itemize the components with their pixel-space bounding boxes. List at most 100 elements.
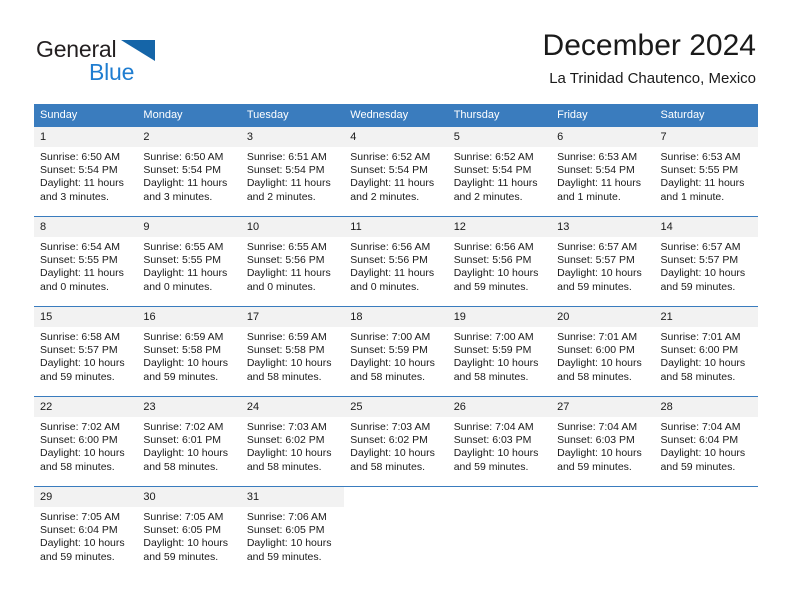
calendar-day-cell[interactable]: 28 Sunrise: 7:04 AM Sunset: 6:04 PM Dayligh… — [654, 396, 758, 487]
calendar-day-cell[interactable]: 30 Sunrise: 7:05 AM Sunset: 6:05 PM Dayligh… — [137, 486, 241, 576]
weekday-header-monday: Monday — [137, 104, 241, 127]
calendar-day-cell[interactable]: 25 Sunrise: 7:03 AM Sunset: 6:02 PM Dayligh… — [344, 396, 448, 487]
calendar-day-cell[interactable]: 22 Sunrise: 7:02 AM Sunset: 6:00 PM Dayligh… — [34, 396, 138, 487]
calendar-day-cell[interactable]: 2 Sunrise: 6:50 AM Sunset: 5:54 PM Daylight… — [137, 126, 241, 217]
daylight-text: and 1 minute. — [660, 190, 725, 203]
calendar-day-cell[interactable]: 6 Sunrise: 6:53 AM Sunset: 5:54 PM Daylight… — [551, 126, 655, 217]
calendar-day-cell-empty — [344, 486, 448, 576]
calendar-day-cell[interactable]: 11 Sunrise: 6:56 AM Sunset: 5:56 PM Dayligh… — [344, 216, 448, 307]
day-number: 31 — [240, 487, 345, 507]
sunrise-text: Sunrise: 6:54 AM — [40, 241, 120, 253]
daylight-text: and 0 minutes. — [246, 280, 316, 293]
day-details — [655, 507, 758, 511]
calendar-day-cell[interactable]: 21 Sunrise: 7:01 AM Sunset: 6:00 PM Dayligh… — [654, 306, 758, 397]
calendar-page: General Blue December 2024 La Trinidad C… — [0, 0, 792, 612]
day-details — [344, 507, 447, 511]
sunrise-text: Sunrise: 7:03 AM — [350, 421, 431, 433]
day-details: Sunrise: 6:50 AM Sunset: 5:54 PM Daylight:… — [34, 147, 137, 204]
day-number: 15 — [34, 307, 138, 327]
calendar-day-cell[interactable]: 19 Sunrise: 7:00 AM Sunset: 5:59 PM Dayligh… — [447, 306, 552, 397]
sunrise-text: Sunrise: 7:01 AM — [660, 331, 741, 343]
daylight-text: and 58 minutes. — [660, 370, 736, 383]
sunrise-text: Sunrise: 7:03 AM — [246, 421, 327, 433]
daylight-text: and 58 minutes. — [453, 370, 529, 383]
daylight-text: Daylight: 10 hours — [40, 537, 125, 550]
daylight-text: and 58 minutes. — [246, 370, 322, 383]
sunrise-text: Sunrise: 7:04 AM — [453, 421, 534, 433]
calendar-day-cell[interactable]: 8 Sunrise: 6:54 AM Sunset: 5:55 PM Daylight… — [34, 216, 138, 307]
daylight-text: Daylight: 11 hours — [557, 177, 641, 190]
day-details: Sunrise: 7:03 AM Sunset: 6:02 PM Daylight:… — [241, 417, 344, 474]
day-details — [448, 507, 551, 511]
calendar-day-cell[interactable]: 20 Sunrise: 7:01 AM Sunset: 6:00 PM Dayligh… — [551, 306, 655, 397]
calendar-day-cell[interactable]: 14 Sunrise: 6:57 AM Sunset: 5:57 PM Dayligh… — [654, 216, 758, 307]
calendar-day-cell[interactable]: 7 Sunrise: 6:53 AM Sunset: 5:55 PM Daylight… — [654, 126, 758, 217]
daylight-text: and 58 minutes. — [557, 370, 632, 383]
day-number: 2 — [137, 127, 241, 147]
daylight-text: Daylight: 10 hours — [246, 537, 332, 550]
calendar-day-cell[interactable]: 13 Sunrise: 6:57 AM Sunset: 5:57 PM Dayligh… — [551, 216, 655, 307]
day-number: 9 — [137, 217, 241, 237]
day-number — [344, 487, 447, 507]
sunrise-text: Sunrise: 7:00 AM — [350, 331, 431, 343]
sunset-text: Sunset: 5:54 PM — [143, 164, 222, 177]
sunset-text: Sunset: 5:56 PM — [350, 254, 428, 267]
daylight-text: Daylight: 10 hours — [557, 447, 642, 460]
calendar-day-cell[interactable]: 16 Sunrise: 6:59 AM Sunset: 5:58 PM Dayligh… — [137, 306, 241, 397]
daylight-text: Daylight: 11 hours — [350, 177, 435, 190]
calendar-day-cell[interactable]: 23 Sunrise: 7:02 AM Sunset: 6:01 PM Dayligh… — [137, 396, 241, 487]
sunset-text: Sunset: 5:54 PM — [557, 164, 635, 177]
calendar-day-cell-empty — [654, 486, 758, 576]
weekday-header-tuesday: Tuesday — [240, 104, 345, 127]
sunset-text: Sunset: 6:02 PM — [246, 434, 325, 447]
calendar-day-cell[interactable]: 9 Sunrise: 6:55 AM Sunset: 5:55 PM Daylight… — [137, 216, 241, 307]
page-header: General Blue December 2024 La Trinidad C… — [0, 0, 792, 104]
day-details: Sunrise: 6:58 AM Sunset: 5:57 PM Daylight:… — [34, 327, 137, 384]
sunset-text: Sunset: 5:55 PM — [660, 164, 739, 177]
sunrise-text: Sunrise: 7:05 AM — [40, 511, 120, 523]
sunset-text: Sunset: 6:00 PM — [40, 434, 118, 447]
calendar-day-cell[interactable]: 10 Sunrise: 6:55 AM Sunset: 5:56 PM Dayligh… — [240, 216, 345, 307]
calendar-week-row: 8 Sunrise: 6:54 AM Sunset: 5:55 PM Daylight… — [34, 216, 758, 307]
calendar-day-cell[interactable]: 5 Sunrise: 6:52 AM Sunset: 5:54 PM Daylight… — [447, 126, 552, 217]
day-details: Sunrise: 7:02 AM Sunset: 6:00 PM Daylight:… — [34, 417, 137, 474]
daylight-text: and 58 minutes. — [350, 370, 425, 383]
daylight-text: Daylight: 11 hours — [246, 267, 331, 280]
calendar-day-cell[interactable]: 27 Sunrise: 7:04 AM Sunset: 6:03 PM Dayligh… — [551, 396, 655, 487]
calendar-day-cell-empty — [551, 486, 655, 576]
sunrise-text: Sunrise: 6:57 AM — [557, 241, 638, 253]
calendar-day-cell[interactable]: 3 Sunrise: 6:51 AM Sunset: 5:54 PM Daylight… — [240, 126, 345, 217]
calendar-day-cell[interactable]: 24 Sunrise: 7:03 AM Sunset: 6:02 PM Dayligh… — [240, 396, 345, 487]
calendar-day-cell[interactable]: 1 Sunrise: 6:50 AM Sunset: 5:54 PM Daylight… — [34, 126, 138, 217]
day-details: Sunrise: 6:50 AM Sunset: 5:54 PM Daylight:… — [137, 147, 240, 204]
day-details: Sunrise: 6:59 AM Sunset: 5:58 PM Daylight:… — [241, 327, 344, 384]
daylight-text: Daylight: 10 hours — [246, 447, 332, 460]
calendar-day-cell[interactable]: 29 Sunrise: 7:05 AM Sunset: 6:04 PM Dayligh… — [34, 486, 138, 576]
sunrise-text: Sunrise: 6:51 AM — [246, 151, 327, 163]
day-details: Sunrise: 6:52 AM Sunset: 5:54 PM Daylight:… — [448, 147, 551, 204]
sunset-text: Sunset: 6:00 PM — [557, 344, 635, 357]
sunrise-text: Sunrise: 6:53 AM — [660, 151, 741, 163]
calendar-day-cell[interactable]: 15 Sunrise: 6:58 AM Sunset: 5:57 PM Dayligh… — [34, 306, 138, 397]
daylight-text: and 58 minutes. — [246, 460, 322, 473]
daylight-text: and 59 minutes. — [660, 460, 736, 473]
day-number — [448, 487, 551, 507]
calendar-day-cell[interactable]: 31 Sunrise: 7:06 AM Sunset: 6:05 PM Dayligh… — [240, 486, 345, 576]
day-number: 5 — [447, 127, 552, 147]
daylight-text: and 59 minutes. — [40, 550, 115, 563]
calendar-day-cell[interactable]: 17 Sunrise: 6:59 AM Sunset: 5:58 PM Dayligh… — [240, 306, 345, 397]
daylight-text: Daylight: 10 hours — [40, 357, 125, 370]
calendar-day-cell[interactable]: 4 Sunrise: 6:52 AM Sunset: 5:54 PM Daylight… — [344, 126, 448, 217]
calendar-day-cell[interactable]: 18 Sunrise: 7:00 AM Sunset: 5:59 PM Dayligh… — [344, 306, 448, 397]
daylight-text: Daylight: 10 hours — [660, 447, 746, 460]
sunset-text: Sunset: 5:57 PM — [557, 254, 635, 267]
weekday-header-friday: Friday — [551, 104, 655, 127]
sunset-text: Sunset: 6:05 PM — [246, 524, 325, 537]
daylight-text: Daylight: 10 hours — [246, 357, 332, 370]
daylight-text: and 2 minutes. — [453, 190, 523, 203]
calendar-day-cell[interactable]: 12 Sunrise: 6:56 AM Sunset: 5:56 PM Dayligh… — [447, 216, 552, 307]
daylight-text: Daylight: 10 hours — [660, 357, 746, 370]
daylight-text: Daylight: 10 hours — [350, 447, 435, 460]
calendar-day-cell[interactable]: 26 Sunrise: 7:04 AM Sunset: 6:03 PM Dayligh… — [447, 396, 552, 487]
daylight-text: and 58 minutes. — [350, 460, 425, 473]
